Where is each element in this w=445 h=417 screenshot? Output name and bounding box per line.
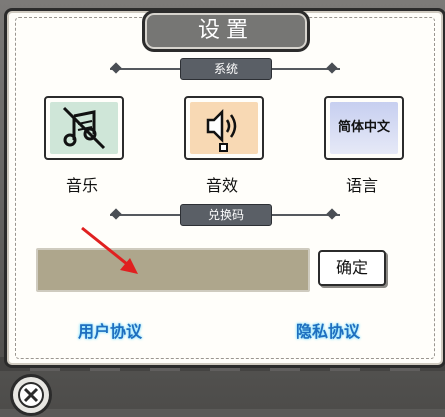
indicator-square xyxy=(219,143,228,152)
music-toggle[interactable] xyxy=(44,96,124,160)
confirm-button[interactable]: 确定 xyxy=(318,250,386,286)
language-icon: 简体中文 xyxy=(337,120,390,135)
user-agreement-link[interactable]: 用户协议 xyxy=(78,318,142,342)
sound-label: 音效 xyxy=(205,176,238,195)
music-off-icon xyxy=(62,106,106,150)
speaker-icon xyxy=(206,108,237,152)
language-label: 语言 xyxy=(345,176,378,195)
diamond-icon xyxy=(326,62,338,74)
tile-background xyxy=(50,102,118,154)
diamond-icon xyxy=(326,208,338,220)
close-button[interactable] xyxy=(10,374,52,416)
diamond-icon xyxy=(110,62,122,74)
close-icon xyxy=(18,382,44,408)
diamond-icon xyxy=(110,208,122,220)
tile-background xyxy=(190,102,258,154)
redeem-code-input[interactable] xyxy=(36,248,310,292)
section-label-redeem: 兑换码 xyxy=(180,204,272,226)
section-header-system: 系统 xyxy=(110,58,340,80)
music-label: 音乐 xyxy=(65,176,98,195)
section-label-system: 系统 xyxy=(180,58,272,80)
title-plate: 设置 xyxy=(142,10,310,52)
tile-background: 简体中文 xyxy=(330,102,398,154)
section-header-redeem: 兑换码 xyxy=(110,204,340,226)
language-select[interactable]: 简体中文 xyxy=(324,96,404,160)
sound-toggle[interactable] xyxy=(184,96,264,160)
privacy-policy-link[interactable]: 隐私协议 xyxy=(296,318,360,342)
dialog-title: 设置 xyxy=(197,18,254,43)
